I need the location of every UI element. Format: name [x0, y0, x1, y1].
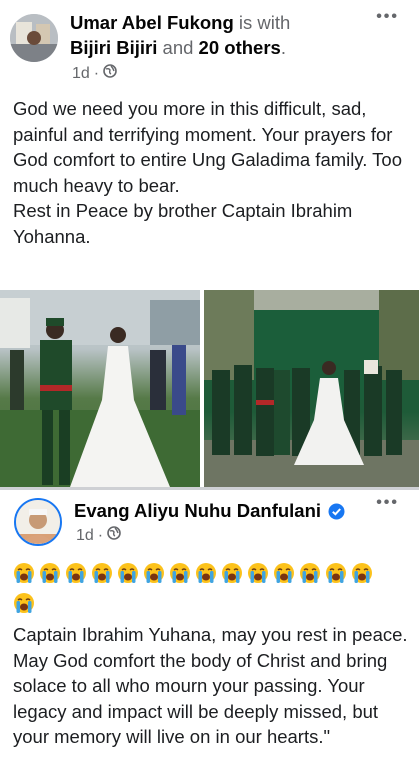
author-name[interactable]: Umar Abel Fukong — [70, 12, 234, 33]
emoji-row — [13, 558, 408, 618]
globe-icon — [103, 64, 117, 83]
loudly-crying-face-icon — [351, 562, 373, 584]
emoji-line — [13, 588, 408, 618]
wedding-photo-2[interactable] — [204, 290, 419, 487]
post-umar: Umar Abel Fukong is with Bijiri Bijiri a… — [0, 0, 419, 487]
loudly-crying-face-icon — [13, 592, 35, 614]
post-header: Evang Aliyu Nuhu Danfulani — [74, 498, 374, 526]
loudly-crying-face-icon — [39, 562, 61, 584]
post-meta: 1d · — [72, 64, 117, 83]
with-text: is with — [238, 12, 291, 33]
loudly-crying-face-icon — [247, 562, 269, 584]
and-text: and — [162, 37, 194, 58]
loudly-crying-face-icon — [273, 562, 295, 584]
loudly-crying-face-icon — [299, 562, 321, 584]
wedding-photo-1[interactable] — [0, 290, 200, 487]
emoji-line — [13, 558, 408, 588]
globe-icon — [107, 526, 121, 545]
loudly-crying-face-icon — [65, 562, 87, 584]
verified-badge-icon — [328, 501, 345, 526]
loudly-crying-face-icon — [221, 562, 243, 584]
loudly-crying-face-icon — [325, 562, 347, 584]
loudly-crying-face-icon — [169, 562, 191, 584]
author-name[interactable]: Evang Aliyu Nuhu Danfulani — [74, 500, 321, 521]
meta-dot: · — [93, 64, 100, 82]
avatar[interactable] — [14, 498, 62, 546]
post-header: Umar Abel Fukong is with Bijiri Bijiri a… — [70, 10, 370, 60]
more-options-button[interactable]: ••• — [376, 494, 399, 512]
loudly-crying-face-icon — [143, 562, 165, 584]
post-meta: 1d · — [76, 526, 121, 545]
post-text: God we need you more in this difficult, … — [13, 98, 403, 247]
tagged-person[interactable]: Bijiri Bijiri — [70, 37, 157, 58]
loudly-crying-face-icon — [117, 562, 139, 584]
avatar[interactable] — [10, 14, 58, 62]
post-time[interactable]: 1d — [72, 65, 90, 83]
loudly-crying-face-icon — [13, 562, 35, 584]
post-text: Captain Ibrahim Yuhana, may you rest in … — [13, 624, 408, 747]
tagged-others-link[interactable]: 20 others — [199, 37, 281, 58]
loudly-crying-face-icon — [195, 562, 217, 584]
loudly-crying-face-icon — [91, 562, 113, 584]
period: . — [280, 37, 286, 58]
more-options-button[interactable]: ••• — [376, 8, 399, 26]
post-evang: Evang Aliyu Nuhu Danfulani 1d · ••• Capt… — [0, 487, 419, 764]
meta-dot: · — [97, 526, 104, 544]
post-time[interactable]: 1d — [76, 527, 94, 545]
photo-grid — [0, 290, 419, 487]
